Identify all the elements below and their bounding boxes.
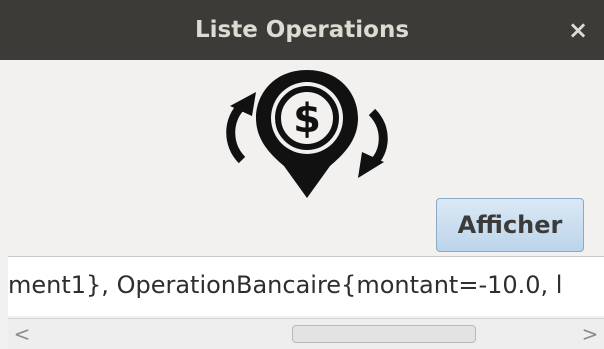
horizontal-scrollbar[interactable]: < > bbox=[8, 318, 604, 349]
scroll-left-arrow-icon[interactable]: < bbox=[12, 321, 32, 347]
scroll-right-arrow-icon[interactable]: > bbox=[580, 321, 600, 347]
operations-text-field[interactable]: ment1}, OperationBancaire{montant=-10.0,… bbox=[8, 256, 604, 316]
window-title: Liste Operations bbox=[194, 17, 410, 43]
right-arrow-curve bbox=[368, 108, 388, 168]
scrollbar-thumb[interactable] bbox=[292, 325, 476, 343]
close-button[interactable]: × bbox=[562, 14, 594, 46]
left-arrow-curve bbox=[226, 102, 246, 164]
dollar-sign-icon: $ bbox=[293, 96, 321, 142]
afficher-button[interactable]: Afficher bbox=[436, 198, 584, 252]
dollar-exchange-pin-icon: $ bbox=[212, 62, 402, 202]
operations-text: ment1}, OperationBancaire{montant=-10.0,… bbox=[8, 271, 563, 299]
